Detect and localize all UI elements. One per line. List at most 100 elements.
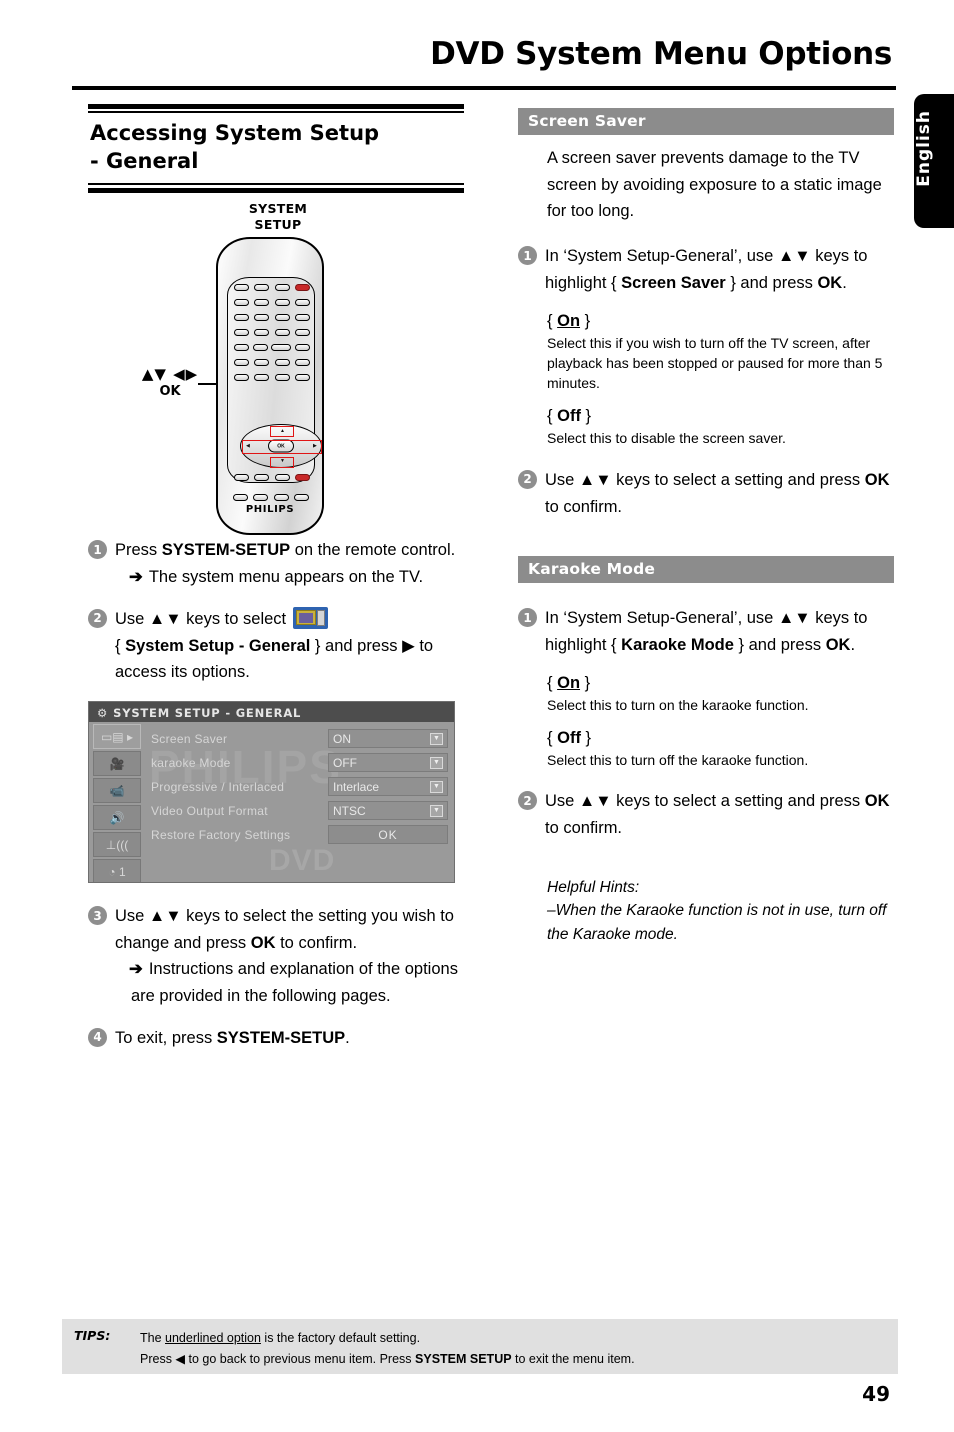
movie-camera-icon[interactable]: 🎥 xyxy=(93,751,141,777)
remote-key xyxy=(234,474,249,482)
remote-key xyxy=(274,474,290,482)
tv-menu-row-progressive-interlaced[interactable]: Progressive / Interlaced Interlace ▼ xyxy=(151,776,448,797)
karaoke-step-1: 1 In ‘System Setup-General’, use ▲▼ keys… xyxy=(518,605,894,658)
step1-text-before: Press xyxy=(115,541,162,560)
screen-saver-intro: A screen saver prevents damage to the TV… xyxy=(547,149,882,221)
step-text: Use ▲▼ keys to select a setting and pres… xyxy=(545,467,894,520)
screen-saver-option-off-label: Off xyxy=(557,407,581,426)
ss-step2-part1: Use ▲▼ keys to select a setting and pres… xyxy=(545,470,865,489)
step-text: In ‘System Setup-General’, use ▲▼ keys t… xyxy=(545,243,894,296)
remote-key xyxy=(294,344,310,352)
chevron-down-icon[interactable]: ▼ xyxy=(430,756,443,769)
step-1: 1 Press SYSTEM-SETUP on the remote contr… xyxy=(88,537,464,590)
system-setup-callout-line2: SETUP xyxy=(254,216,302,232)
tips-line2-bold: SYSTEM SETUP xyxy=(415,1351,512,1366)
step-number: 2 xyxy=(88,608,107,628)
tips-line1-b: is the factory default setting. xyxy=(260,1331,421,1345)
remote-key xyxy=(254,474,270,482)
nav-highlight-down xyxy=(270,457,294,469)
page-title: DVD System Menu Options xyxy=(430,36,892,72)
karaoke-option-on: { On } xyxy=(547,673,591,692)
ss-step2-bold: OK xyxy=(864,470,890,489)
nav-highlight-horizontal xyxy=(242,440,322,455)
tv-menu-title: SYSTEM SETUP - GENERAL xyxy=(113,706,302,721)
remote-key xyxy=(271,344,292,352)
system-setup-callout-label: SYSTEM SETUP xyxy=(218,201,338,232)
tv-row-value[interactable]: NTSC ▼ xyxy=(328,801,448,821)
chevron-down-icon[interactable]: ▼ xyxy=(430,804,443,817)
clock-preference-icon[interactable]: ◔ 1 xyxy=(93,859,141,883)
ss-step2-part2: to confirm. xyxy=(545,497,623,516)
tv-row-label: karaoke Mode xyxy=(151,755,231,770)
tv-row-ok-button[interactable]: OK xyxy=(328,825,448,845)
speaker-icon[interactable]: 🔊 xyxy=(93,805,141,831)
remote-key xyxy=(274,329,290,337)
tips-line2-c: to exit the menu item. xyxy=(511,1351,635,1366)
karaoke-option-on-label: On xyxy=(557,673,581,692)
tv-row-value-text: OFF xyxy=(333,755,357,770)
remote-key-row-1 xyxy=(234,284,310,292)
chevron-down-icon[interactable]: ▼ xyxy=(430,732,443,745)
step3-bold: OK xyxy=(250,933,276,952)
chevron-down-icon[interactable]: ▼ xyxy=(430,780,443,793)
remote-key-next xyxy=(294,359,310,367)
remote-key xyxy=(293,494,309,502)
tv-menu-sidebar: ▭▤ ▸ 🎥 📹 🔊 ⊥((( ◔ 1 xyxy=(93,724,141,883)
tv-row-value-text: NTSC xyxy=(333,803,366,818)
remote-key xyxy=(294,299,310,307)
section-title-line2: - General xyxy=(90,148,199,173)
remote-key-record xyxy=(294,474,310,482)
step2-bold: System Setup - General xyxy=(125,636,311,655)
step-3: 3 Use ▲▼ keys to select the setting you … xyxy=(88,903,464,1010)
remote-brand-label: PHILIPS xyxy=(245,504,295,516)
remote-key xyxy=(234,299,249,307)
km-step1-bold2: OK xyxy=(825,635,851,654)
remote-key-prev xyxy=(234,359,249,367)
karaoke-option-on-desc: Select this to turn on the karaoke funct… xyxy=(547,696,809,713)
section-title: Accessing System Setup - General xyxy=(88,113,464,183)
step-2: 2 Use ▲▼ keys to select { System Setup -… xyxy=(88,606,464,686)
language-tab: English xyxy=(914,94,954,228)
step1-arrow-note: The system menu appears on the TV. xyxy=(148,568,424,587)
tv-menu-row-restore-factory-settings[interactable]: Restore Factory Settings OK xyxy=(151,824,448,845)
remote-key xyxy=(234,284,249,292)
ss-step1-part3: . xyxy=(842,273,847,292)
remote-key xyxy=(294,314,310,322)
karaoke-option-off: { Off } xyxy=(547,728,592,747)
remote-key-stop xyxy=(254,374,270,382)
step-number: 4 xyxy=(88,1027,107,1047)
video-camera-icon[interactable]: 📹 xyxy=(93,778,141,804)
setup-gear-icon: ⚙ xyxy=(97,706,109,721)
tv-row-value[interactable]: Interlace ▼ xyxy=(328,777,448,797)
tv-icon-screen xyxy=(298,612,313,623)
page-number: 49 xyxy=(862,1382,890,1406)
step-text: Use ▲▼ keys to select { System Setup - G… xyxy=(115,606,464,686)
arrow-right-icon: ➔ xyxy=(129,960,143,979)
km-step2-bold: OK xyxy=(864,792,890,811)
tv-watermark-dvd: DVD xyxy=(269,844,336,878)
tv-menu-row-karaoke-mode[interactable]: karaoke Mode OFF ▼ xyxy=(151,752,448,773)
tv-menu-rows: Screen Saver ON ▼ karaoke Mode OFF ▼ Pro… xyxy=(151,728,448,848)
tv-row-value[interactable]: ON ▼ xyxy=(328,729,448,749)
antenna-icon[interactable]: ⊥((( xyxy=(93,832,141,858)
ss-step1-bold: Screen Saver xyxy=(621,273,726,292)
remote-key xyxy=(234,344,249,352)
ss-step1-bold2: OK xyxy=(817,273,843,292)
tv-menu-row-video-output-format[interactable]: Video Output Format NTSC ▼ xyxy=(151,800,448,821)
step3-arrow-note: Instructions and explanation of the opti… xyxy=(131,960,458,1006)
step-number: 1 xyxy=(88,540,107,560)
title-rule-bottom-thick xyxy=(88,188,464,194)
remote-key-system-setup xyxy=(254,284,270,292)
tv-icon-body xyxy=(295,609,316,625)
remote-key-row-2 xyxy=(234,299,310,307)
km-step1-bold: Karaoke Mode xyxy=(621,635,734,654)
tv-display-icon[interactable]: ▭▤ ▸ xyxy=(93,724,141,750)
tv-row-value[interactable]: OFF ▼ xyxy=(328,753,448,773)
tv-menu-row-screen-saver[interactable]: Screen Saver ON ▼ xyxy=(151,728,448,749)
remote-key xyxy=(294,329,310,337)
remote-key xyxy=(252,344,268,352)
tips-line2-a: Press ◀ to go back to previous menu item… xyxy=(140,1351,416,1366)
navigation-arrows-label: ▲▼ ◀▶ xyxy=(141,365,199,384)
system-setup-callout-line1: SYSTEM xyxy=(248,201,308,217)
arrow-right-icon: ➔ xyxy=(129,568,143,587)
